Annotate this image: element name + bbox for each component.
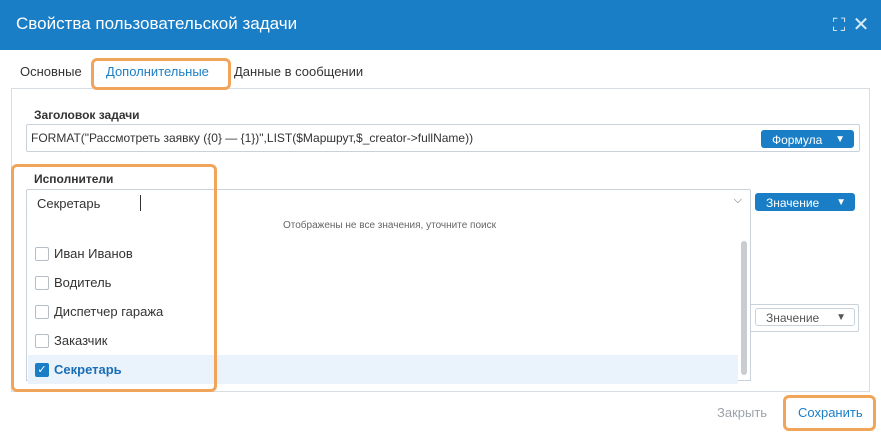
checkbox[interactable] [35,247,49,261]
chevron-down-icon: ▼ [835,134,845,145]
executors-mode-button[interactable]: Значение ▼ [755,193,855,211]
list-item-label: Иван Иванов [54,246,133,261]
dropdown-note: Отображены не все значения, уточните пои… [283,220,496,231]
chevron-down-icon[interactable]: ⌵ [734,194,742,207]
chevron-down-icon: ▼ [836,312,846,323]
chevron-down-icon: ▼ [836,197,846,208]
list-item[interactable]: Водитель [28,268,738,297]
list-item[interactable]: Иван Иванов [28,239,738,268]
formula-mode-button[interactable]: Формула ▼ [761,130,854,148]
expand-icon[interactable]: ⛶ [828,14,850,36]
checkbox[interactable] [35,305,49,319]
list-item[interactable]: Диспетчер гаража [28,297,738,326]
dialog-titlebar: Свойства пользовательской задачи ⛶ ✕ [0,0,881,50]
task-title-formula: FORMAT("Рассмотреть заявку ({0} — {1})",… [31,131,474,145]
checkbox[interactable] [35,334,49,348]
dropdown-scrollbar[interactable] [739,239,749,377]
checkbox-checked[interactable]: ✓ [35,363,49,377]
list-item-selected[interactable]: ✓ Секретарь [28,355,738,384]
close-icon[interactable]: ✕ [850,14,872,36]
list-item-label: Диспетчер гаража [54,304,164,319]
task-title-label: Заголовок задачи [34,108,140,122]
tab-message-data[interactable]: Данные в сообщении [234,64,363,79]
list-item-label: Секретарь [54,362,122,377]
checkbox[interactable] [35,276,49,290]
list-item[interactable]: Заказчик [28,326,738,355]
save-button[interactable]: Сохранить [798,405,863,420]
tab-main[interactable]: Основные [20,64,82,79]
scrollbar-thumb[interactable] [741,241,747,375]
second-mode-button[interactable]: Значение ▼ [755,308,855,326]
executors-field[interactable]: Секретарь ⌵ [26,189,751,216]
task-title-field[interactable]: FORMAT("Рассмотреть заявку ({0} — {1})",… [26,124,860,152]
executors-label: Исполнители [34,172,114,186]
list-item-label: Водитель [54,275,112,290]
tab-bar: Основные Дополнительные Данные в сообщен… [0,50,881,90]
executors-dropdown: Отображены не все значения, уточните пои… [26,215,751,384]
executors-mode-label: Значение [766,196,820,210]
list-item-label: Заказчик [54,333,108,348]
formula-mode-label: Формула [772,133,823,147]
tab-additional[interactable]: Дополнительные [106,64,209,79]
second-mode-label: Значение [766,311,820,325]
dialog-title: Свойства пользовательской задачи [16,14,298,33]
close-button[interactable]: Закрыть [717,405,767,420]
text-cursor [140,195,141,211]
executors-value: Секретарь [37,196,101,211]
